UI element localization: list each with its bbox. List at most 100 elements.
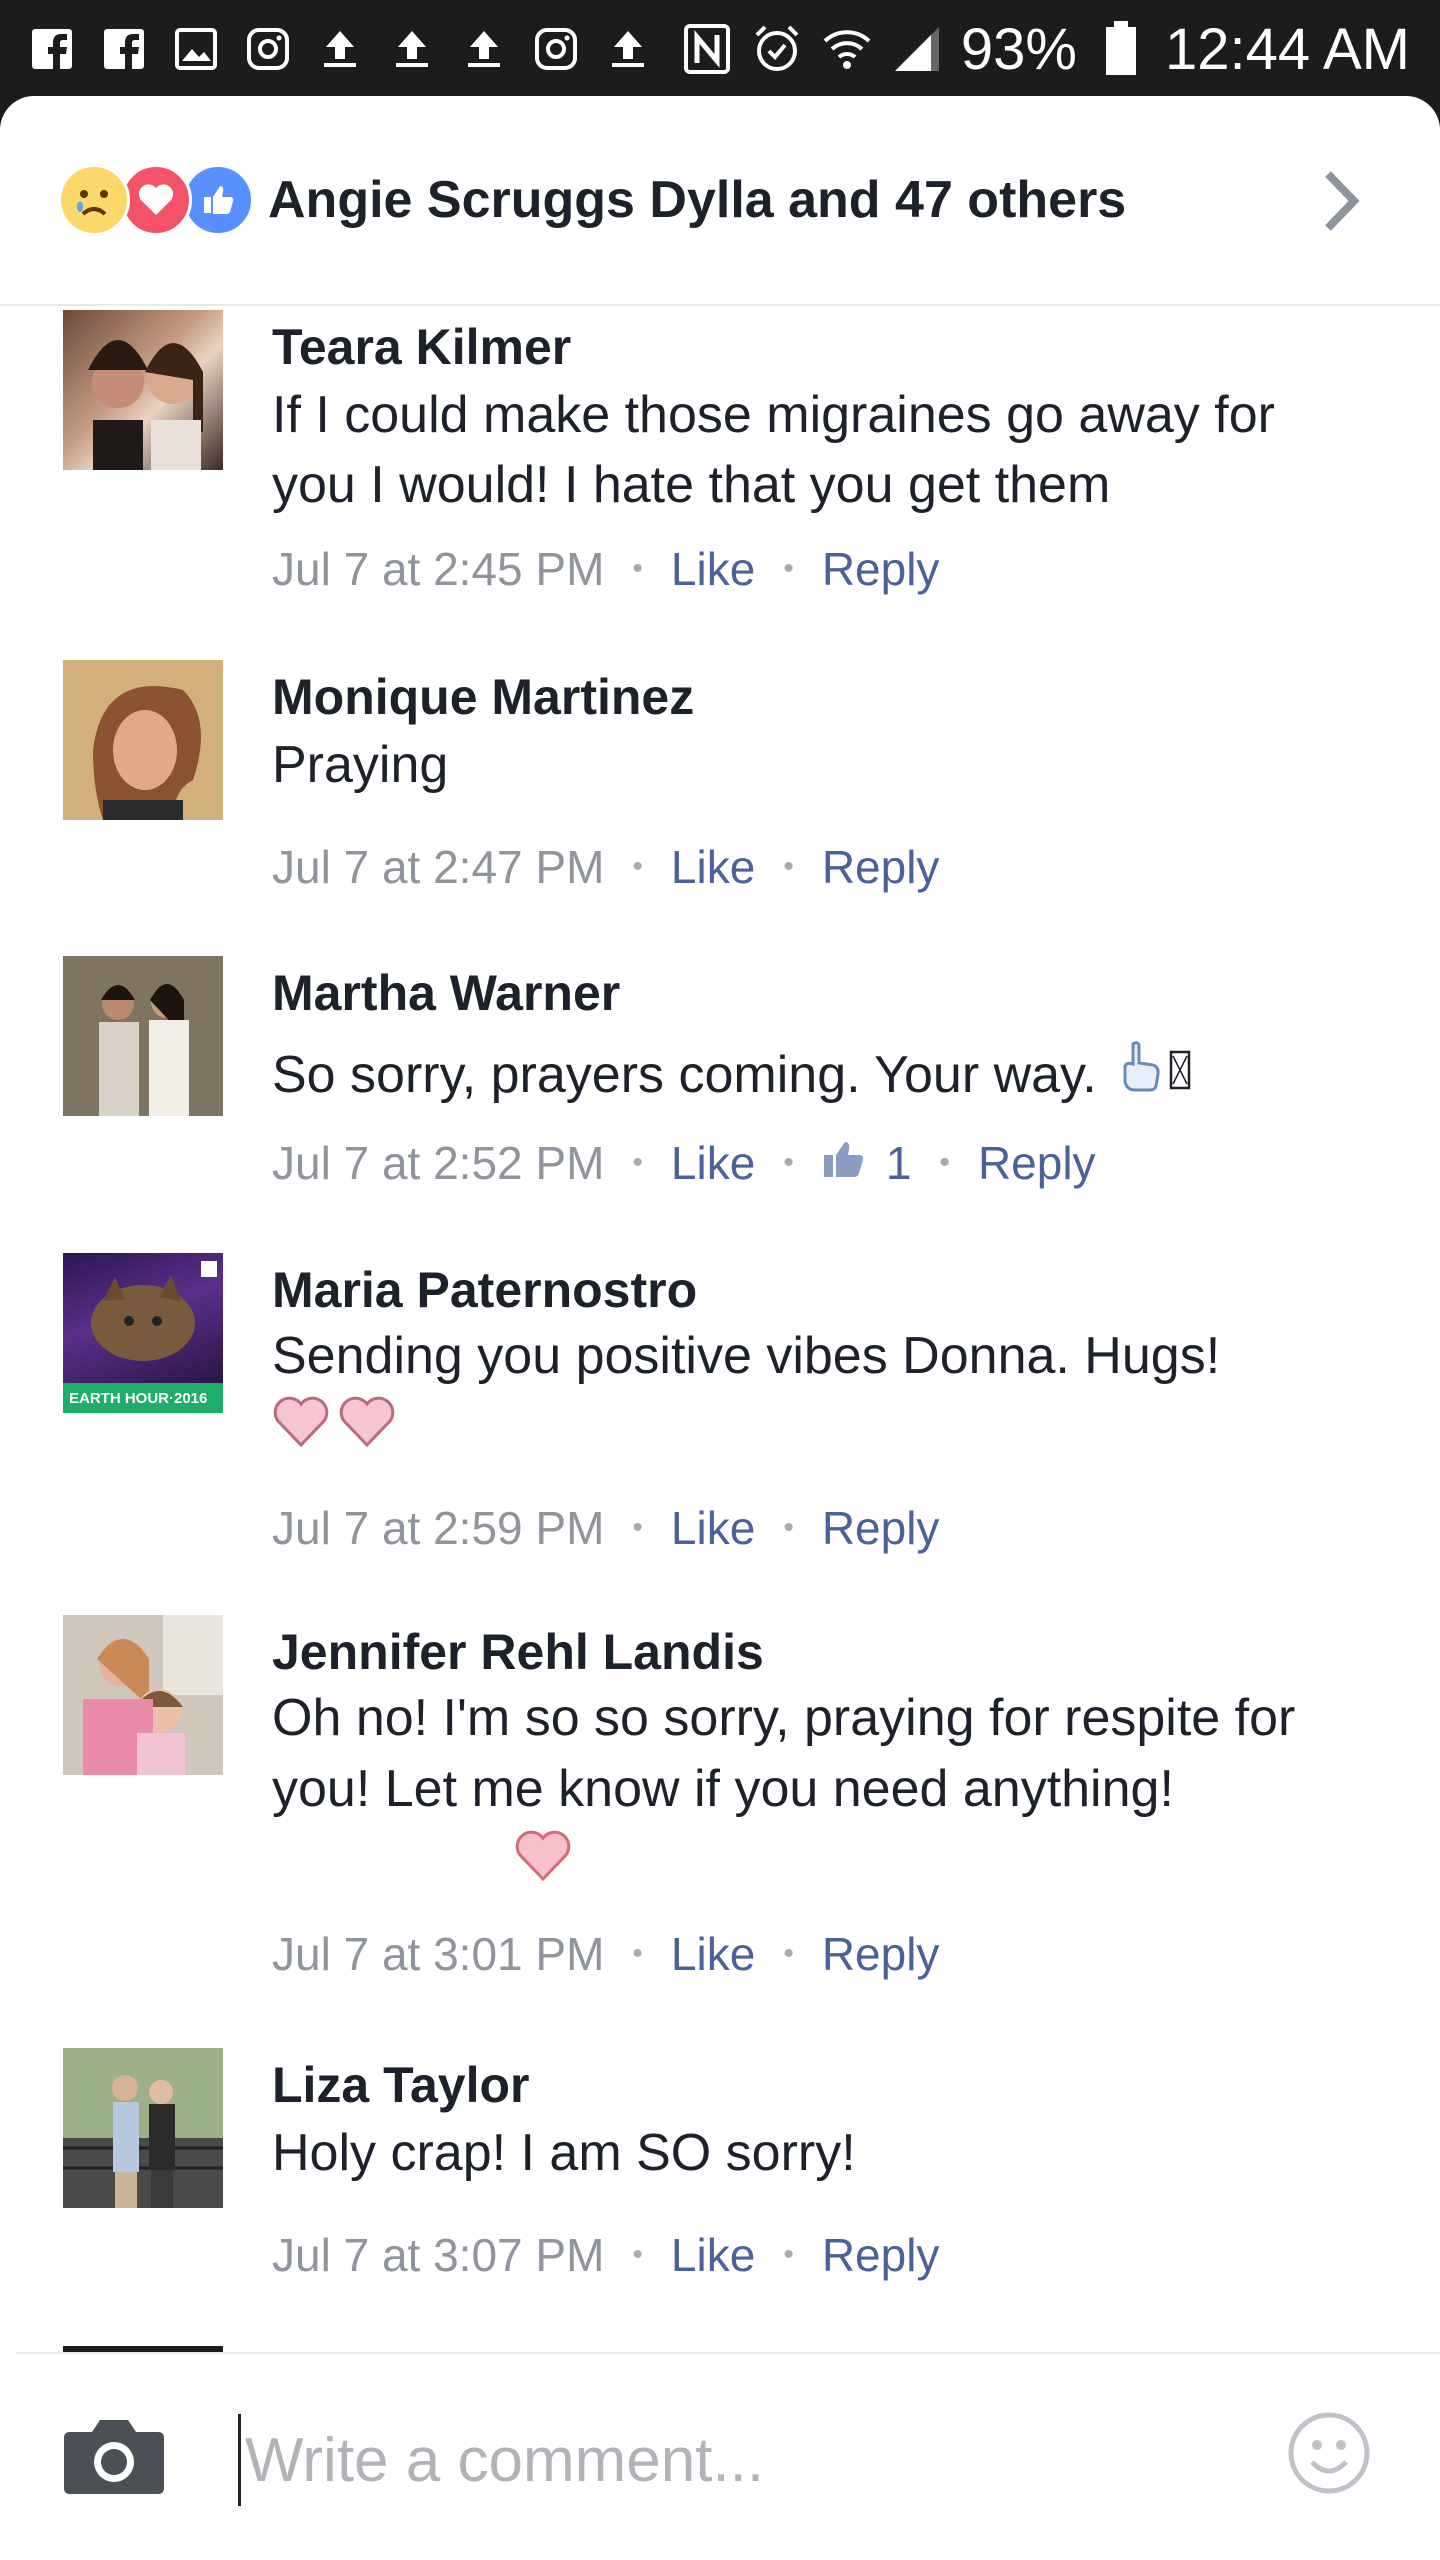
avatar-caption: EARTH HOUR·2016 — [69, 1390, 207, 1407]
comment-timestamp: Jul 7 at 2:52 PM — [272, 1137, 605, 1189]
unknown-glyph-icon — [1169, 1040, 1191, 1110]
clock: 12:44 AM — [1164, 16, 1410, 82]
separator-dot: • — [632, 1511, 643, 1544]
pink-heart-icon — [338, 1393, 396, 1467]
chevron-right-icon[interactable] — [1310, 166, 1370, 236]
separator-dot: • — [783, 2238, 794, 2271]
comment-meta: Jul 7 at 2:45 PM • Like • Reply — [272, 542, 939, 596]
comment-author[interactable]: Jennifer Rehl Landis — [272, 1623, 764, 1681]
battery-percent: 93% — [960, 16, 1077, 82]
avatar[interactable]: EARTH HOUR·2016 — [63, 1253, 223, 1413]
comment-text: If I could make those migraines go away … — [272, 386, 1275, 514]
comment-meta: Jul 7 at 2:47 PM • Like • Reply — [272, 840, 939, 894]
upload-icon — [602, 23, 654, 75]
comment-input[interactable] — [238, 2414, 1227, 2506]
facebook-icon — [98, 23, 150, 75]
separator-dot: • — [939, 1146, 950, 1179]
notification-icons — [26, 23, 654, 75]
comments-sheet: Angie Scruggs Dylla and 47 others Teara … — [0, 96, 1440, 2560]
separator-dot: • — [632, 1937, 643, 1970]
comment-text-row: So sorry, prayers coming. Your way. — [272, 1040, 1372, 1110]
comment-author[interactable]: Maria Paternostro — [272, 1261, 697, 1319]
reply-link[interactable]: Reply — [822, 2228, 940, 2282]
pink-heart-icon — [514, 1827, 572, 1888]
comment-author[interactable]: Liza Taylor — [272, 2056, 529, 2114]
comment-composer — [16, 2352, 1440, 2560]
avatar[interactable] — [63, 660, 223, 820]
comment-timestamp: Jul 7 at 2:59 PM — [272, 1502, 605, 1554]
status-bar: 93% 12:44 AM — [0, 0, 1440, 98]
wifi-icon — [821, 23, 873, 75]
upload-icon — [386, 23, 438, 75]
reply-link[interactable]: Reply — [822, 542, 940, 596]
comment-author[interactable]: Teara Kilmer — [272, 318, 571, 376]
system-status: 93% 12:44 AM — [681, 16, 1410, 83]
avatar[interactable] — [63, 310, 223, 470]
comment-author[interactable]: Monique Martinez — [272, 668, 694, 726]
comment-text: So sorry, prayers coming. Your way. — [272, 1046, 1097, 1104]
comment-timestamp: Jul 7 at 2:47 PM — [272, 841, 605, 893]
reactions-summary-text: Angie Scruggs Dylla and 47 others — [268, 171, 1127, 229]
like-reaction-icon — [182, 164, 254, 236]
comment-text: Praying — [272, 736, 449, 794]
separator-dot: • — [783, 1511, 794, 1544]
like-link[interactable]: Like — [671, 1927, 755, 1981]
comment-timestamp: Jul 7 at 3:07 PM — [272, 2229, 605, 2281]
comment-item: Jennifer Rehl Landis Oh no! I'm so so so… — [0, 1615, 1440, 2015]
reply-link[interactable]: Reply — [822, 1501, 940, 1555]
separator-dot: • — [632, 2238, 643, 2271]
reply-link[interactable]: Reply — [822, 1927, 940, 1981]
gallery-icon — [170, 23, 222, 75]
comment-timestamp: Jul 7 at 3:01 PM — [272, 1928, 605, 1980]
avatar[interactable] — [63, 1615, 223, 1775]
separator-dot: • — [632, 1146, 643, 1179]
separator-dot: • — [783, 850, 794, 883]
separator-dot: • — [783, 1937, 794, 1970]
comment-meta: Jul 7 at 2:52 PM • Like • 1 • Reply — [272, 1136, 1096, 1190]
pointing-up-emoji-icon — [1121, 1040, 1163, 1110]
nfc-icon — [681, 23, 733, 75]
comment-meta: Jul 7 at 3:07 PM • Like • Reply — [272, 2228, 939, 2282]
alarm-icon — [751, 23, 803, 75]
comment-item: Teara Kilmer If I could make those migra… — [0, 310, 1440, 610]
like-count[interactable]: 1 — [822, 1136, 912, 1190]
like-link[interactable]: Like — [671, 542, 755, 596]
camera-icon[interactable] — [62, 2412, 166, 2500]
avatar[interactable] — [63, 2048, 223, 2208]
thumbs-up-icon — [822, 1136, 866, 1190]
emoji-icon[interactable] — [1286, 2410, 1372, 2496]
reaction-icons — [58, 164, 258, 236]
like-link[interactable]: Like — [671, 840, 755, 894]
comment-meta: Jul 7 at 2:59 PM • Like • Reply — [272, 1501, 939, 1555]
comment-author[interactable]: Martha Warner — [272, 964, 620, 1022]
love-reaction-icon — [120, 164, 192, 236]
reactions-summary[interactable]: Angie Scruggs Dylla and 47 others — [0, 96, 1440, 306]
separator-dot: • — [632, 850, 643, 883]
pink-heart-icon — [272, 1393, 330, 1467]
separator-dot: • — [783, 552, 794, 585]
battery-icon — [1095, 21, 1147, 75]
comment-item: Liza Taylor Holy crap! I am SO sorry! Ju… — [0, 2048, 1440, 2298]
avatar[interactable] — [63, 956, 223, 1116]
instagram-icon — [242, 23, 294, 75]
comment-timestamp: Jul 7 at 2:45 PM — [272, 543, 605, 595]
reply-link[interactable]: Reply — [978, 1136, 1096, 1190]
like-link[interactable]: Like — [671, 1136, 755, 1190]
like-link[interactable]: Like — [671, 2228, 755, 2282]
like-link[interactable]: Like — [671, 1501, 755, 1555]
comment-item: Martha Warner So sorry, prayers coming. … — [0, 956, 1440, 1206]
separator-dot: • — [632, 552, 643, 585]
comment-text: Holy crap! I am SO sorry! — [272, 2124, 856, 2182]
upload-icon — [458, 23, 510, 75]
emoji-row — [272, 1393, 1372, 1467]
like-count-value: 1 — [885, 1137, 912, 1189]
signal-icon — [891, 23, 943, 75]
facebook-icon — [26, 23, 78, 75]
instagram-icon — [530, 23, 582, 75]
sad-reaction-icon — [58, 164, 130, 236]
upload-icon — [314, 23, 366, 75]
reply-link[interactable]: Reply — [822, 840, 940, 894]
comment-item: Monique Martinez Praying Jul 7 at 2:47 P… — [0, 660, 1440, 910]
comment-item: EARTH HOUR·2016 Maria Paternostro Sendin… — [0, 1253, 1440, 1583]
comment-text: Sending you positive vibes Donna. Hugs! — [272, 1327, 1221, 1385]
